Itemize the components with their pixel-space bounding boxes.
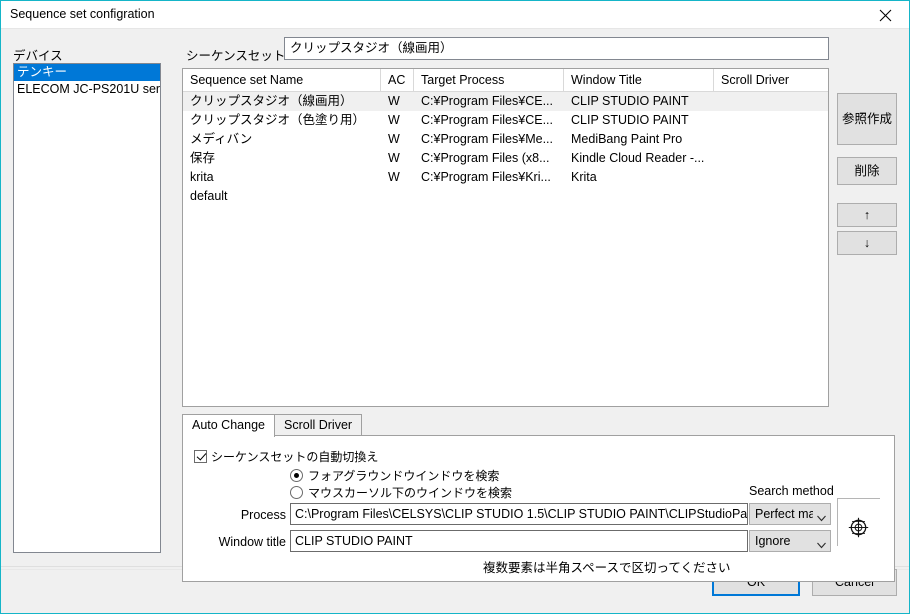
cell-scroll bbox=[714, 92, 828, 111]
list-item[interactable]: テンキー bbox=[14, 64, 160, 81]
cell-process: C:¥Program Files (x8... bbox=[421, 151, 550, 165]
dialog-body: デバイス テンキー ELECOM JC-PS201U seri シーケンスセット… bbox=[1, 29, 909, 613]
search-method-title-value: Ignore bbox=[755, 534, 791, 548]
chevron-down-icon bbox=[817, 511, 826, 522]
move-up-button[interactable]: ↑ bbox=[837, 203, 897, 227]
device-list[interactable]: テンキー ELECOM JC-PS201U seri bbox=[13, 63, 161, 553]
cell-name: クリップスタジオ（色塗り用） bbox=[190, 113, 366, 127]
table-row[interactable]: クリップスタジオ（色塗り用） W C:¥Program Files¥CE... … bbox=[183, 111, 828, 130]
cell-process bbox=[414, 187, 564, 206]
radio-foreground-window[interactable]: フォアグラウンドウインドウを検索 bbox=[290, 467, 499, 484]
cell-title: MediBang Paint Pro bbox=[571, 132, 683, 146]
cell-name: 保存 bbox=[190, 151, 216, 165]
device-label: デバイス bbox=[13, 49, 63, 63]
cell-process: C:¥Program Files¥CE... bbox=[421, 113, 553, 127]
delete-button[interactable]: 削除 bbox=[837, 157, 897, 185]
radio-mouse-label: マウスカーソル下のウインドウを検索 bbox=[308, 486, 513, 500]
window-title: Sequence set configration bbox=[10, 7, 155, 21]
cell-scroll bbox=[714, 130, 828, 149]
window-title-input[interactable]: CLIP STUDIO PAINT bbox=[290, 530, 748, 552]
create-reference-button[interactable]: 参照作成 bbox=[837, 93, 897, 145]
list-item[interactable]: ELECOM JC-PS201U seri bbox=[14, 81, 160, 98]
cell-name: クリップスタジオ（線画用） bbox=[190, 94, 353, 108]
sequence-set-input[interactable]: クリップスタジオ（線画用） bbox=[284, 37, 829, 60]
cell-scroll bbox=[714, 149, 828, 168]
search-method-title-select[interactable]: Ignore bbox=[749, 530, 831, 552]
dialog-window: Sequence set configration デバイス テンキー ELEC… bbox=[0, 0, 910, 614]
cell-scroll bbox=[714, 187, 828, 206]
auto-change-panel: シーケンスセットの自動切換え フォアグラウンドウインドウを検索 マウスカーソル下… bbox=[182, 435, 895, 582]
sequence-set-label: シーケンスセット bbox=[186, 49, 286, 63]
table-row[interactable]: クリップスタジオ（線画用） W C:¥Program Files¥CE... C… bbox=[183, 92, 828, 111]
cell-ac: W bbox=[388, 132, 400, 146]
cell-ac: W bbox=[388, 170, 400, 184]
cell-title: Kindle Cloud Reader -... bbox=[571, 151, 705, 165]
column-header-target-process[interactable]: Target Process bbox=[414, 69, 564, 91]
cell-scroll bbox=[714, 168, 828, 187]
radio-icon[interactable] bbox=[290, 469, 303, 482]
title-bar: Sequence set configration bbox=[1, 1, 909, 29]
search-method-process-value: Perfect mat bbox=[755, 507, 813, 521]
process-input[interactable]: C:\Program Files\CELSYS\CLIP STUDIO 1.5\… bbox=[290, 503, 748, 525]
crosshair-target-icon[interactable] bbox=[848, 517, 869, 541]
cell-title bbox=[564, 187, 714, 206]
column-header-name[interactable]: Sequence set Name bbox=[183, 69, 381, 91]
search-method-process-select[interactable]: Perfect mat bbox=[749, 503, 831, 525]
cell-ac bbox=[381, 187, 414, 206]
search-method-label: Search method bbox=[749, 484, 834, 498]
cell-title: Krita bbox=[571, 170, 597, 184]
table-row[interactable]: 保存 W C:¥Program Files (x8... Kindle Clou… bbox=[183, 149, 828, 168]
tab-bar: Auto Change Scroll Driver bbox=[182, 414, 895, 437]
auto-switch-label: シーケンスセットの自動切換え bbox=[211, 450, 379, 464]
process-label: Process bbox=[240, 508, 286, 522]
cell-process: C:¥Program Files¥Kri... bbox=[421, 170, 551, 184]
cell-ac: W bbox=[388, 151, 400, 165]
cell-process: C:¥Program Files¥CE... bbox=[421, 94, 553, 108]
cell-title: CLIP STUDIO PAINT bbox=[571, 113, 689, 127]
tab-scroll-driver[interactable]: Scroll Driver bbox=[274, 414, 363, 436]
chevron-down-icon bbox=[817, 538, 826, 549]
radio-foreground-label: フォアグラウンドウインドウを検索 bbox=[308, 469, 500, 483]
cell-name: krita bbox=[190, 170, 214, 184]
move-down-button[interactable]: ↓ bbox=[837, 231, 897, 255]
radio-icon[interactable] bbox=[290, 486, 303, 499]
window-finder-area bbox=[837, 498, 880, 546]
close-icon[interactable] bbox=[863, 1, 909, 28]
radio-mouse-window[interactable]: マウスカーソル下のウインドウを検索 bbox=[290, 484, 512, 501]
table-header-row: Sequence set Name AC Target Process Wind… bbox=[183, 69, 828, 92]
window-title-label: Window title bbox=[218, 535, 286, 549]
table-row[interactable]: krita W C:¥Program Files¥Kri... Krita bbox=[183, 168, 828, 187]
tab-auto-change[interactable]: Auto Change bbox=[182, 414, 275, 437]
checkbox-icon[interactable] bbox=[194, 450, 207, 463]
hint-text: 複数要素は半角スペースで区切ってください bbox=[483, 561, 731, 575]
column-header-window-title[interactable]: Window Title bbox=[564, 69, 714, 91]
column-header-scroll-driver[interactable]: Scroll Driver bbox=[714, 69, 828, 91]
auto-switch-checkbox-row[interactable]: シーケンスセットの自動切換え bbox=[194, 448, 378, 465]
cell-ac: W bbox=[388, 94, 400, 108]
table-row[interactable]: メディバン W C:¥Program Files¥Me... MediBang … bbox=[183, 130, 828, 149]
cell-name: メディバン bbox=[190, 132, 253, 146]
cell-scroll bbox=[714, 111, 828, 130]
column-header-ac[interactable]: AC bbox=[381, 69, 414, 91]
cell-ac: W bbox=[388, 113, 400, 127]
cell-name: default bbox=[190, 189, 228, 203]
sequence-set-table[interactable]: Sequence set Name AC Target Process Wind… bbox=[182, 68, 829, 407]
cell-title: CLIP STUDIO PAINT bbox=[571, 94, 689, 108]
cell-process: C:¥Program Files¥Me... bbox=[421, 132, 553, 146]
table-row[interactable]: default bbox=[183, 187, 828, 206]
